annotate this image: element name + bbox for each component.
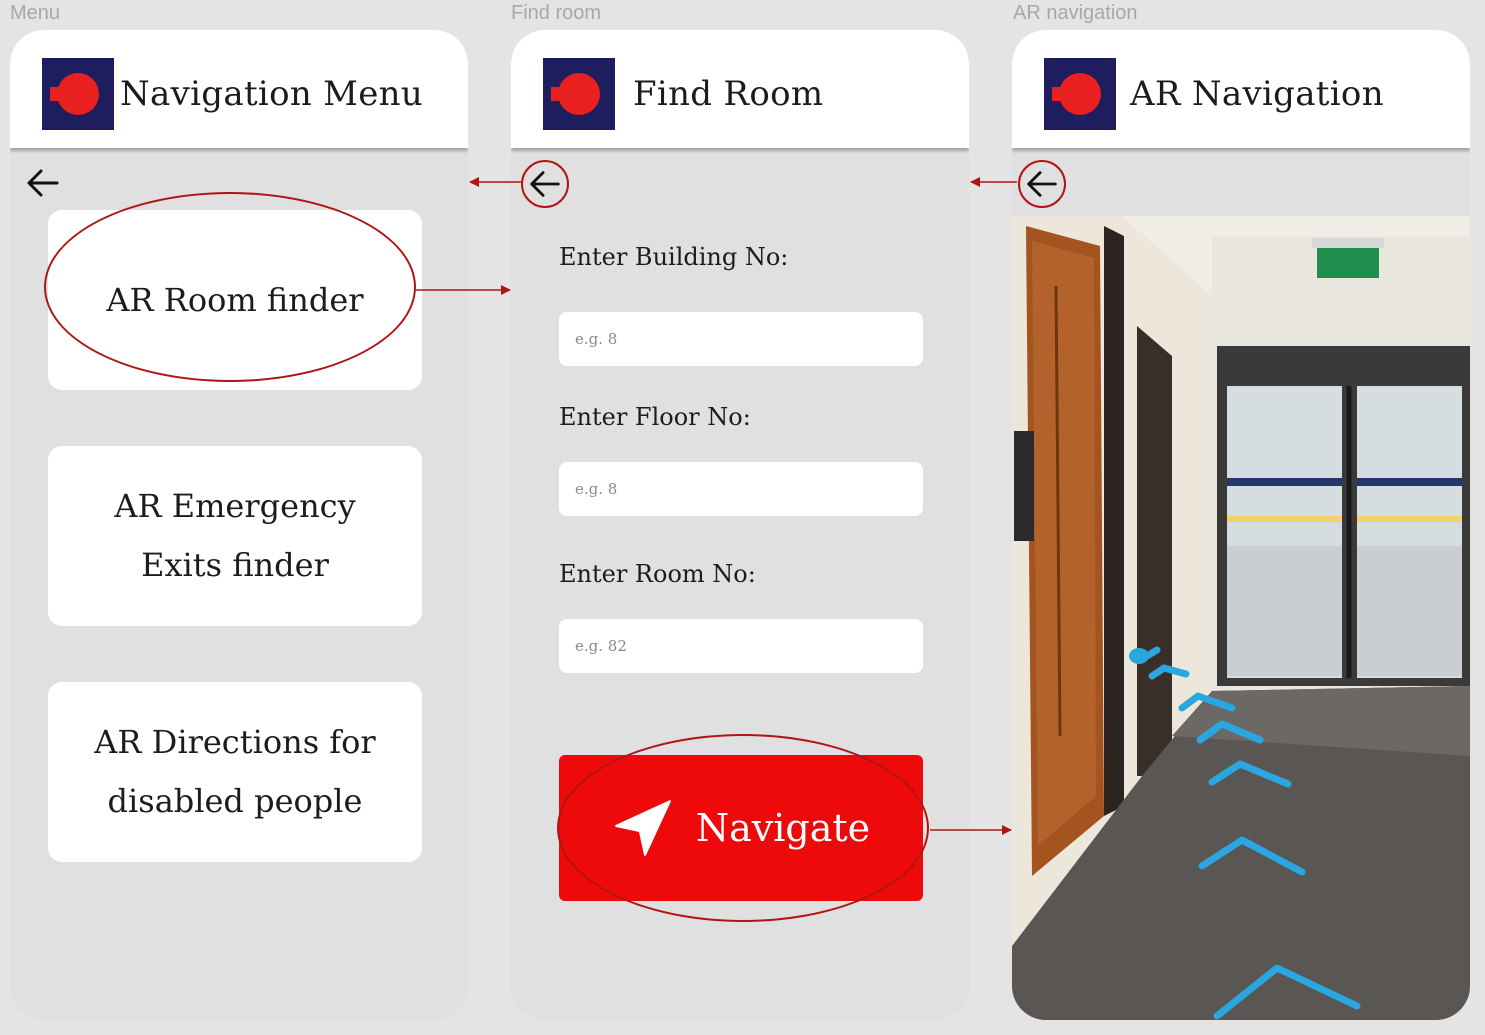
- page-title: Find Room: [633, 74, 824, 114]
- page-title: AR Navigation: [1130, 74, 1384, 114]
- brand-logo-icon: [42, 58, 114, 130]
- arrow-left-icon: [530, 171, 560, 197]
- arrow-left-icon: [27, 169, 59, 197]
- find-room-screen: Find Room Enter Building No: Enter Floor…: [511, 30, 969, 1020]
- menu-item-ar-room-finder[interactable]: AR Room finder: [48, 210, 422, 390]
- room-label: Enter Room No:: [559, 560, 756, 588]
- menu-item-label: Exits finder: [141, 546, 329, 584]
- back-button[interactable]: [1018, 160, 1066, 208]
- menu-item-label: AR Emergency: [114, 487, 356, 525]
- arrow-left-icon: [1027, 171, 1057, 197]
- floor-number-input[interactable]: [559, 462, 923, 516]
- menu-item-label: AR Directions for: [94, 723, 376, 761]
- navigate-button[interactable]: Navigate: [559, 755, 923, 901]
- building-label: Enter Building No:: [559, 243, 789, 271]
- menu-item-label: AR Room finder: [106, 280, 364, 319]
- menu-screen: Navigation Menu AR Room finder AR Emerge…: [10, 30, 468, 1020]
- brand-logo-icon: [1044, 58, 1116, 130]
- back-button[interactable]: [521, 160, 569, 208]
- ar-navigation-screen: AR Navigation: [1012, 30, 1470, 1020]
- frame-label-find-room: Find room: [511, 2, 602, 24]
- menu-item-ar-directions-disabled[interactable]: AR Directions for disabled people: [48, 682, 422, 862]
- frame-label-ar-navigation: AR navigation: [1013, 2, 1138, 24]
- app-header: Navigation Menu: [10, 30, 468, 148]
- floor-label: Enter Floor No:: [559, 403, 751, 431]
- app-header: Find Room: [511, 30, 969, 148]
- ar-camera-view[interactable]: [1012, 216, 1470, 1020]
- page-title: Navigation Menu: [120, 74, 424, 114]
- brand-logo-icon: [543, 58, 615, 130]
- back-button[interactable]: [20, 160, 66, 206]
- navigation-arrow-icon: [614, 800, 671, 856]
- menu-item-ar-emergency-exits-finder[interactable]: AR Emergency Exits finder: [48, 446, 422, 626]
- building-number-input[interactable]: [559, 312, 923, 366]
- room-number-input[interactable]: [559, 619, 923, 673]
- app-header: AR Navigation: [1012, 30, 1470, 148]
- navigate-button-label: Navigate: [695, 806, 871, 850]
- menu-item-label: disabled people: [107, 782, 363, 820]
- frame-label-menu: Menu: [10, 2, 61, 24]
